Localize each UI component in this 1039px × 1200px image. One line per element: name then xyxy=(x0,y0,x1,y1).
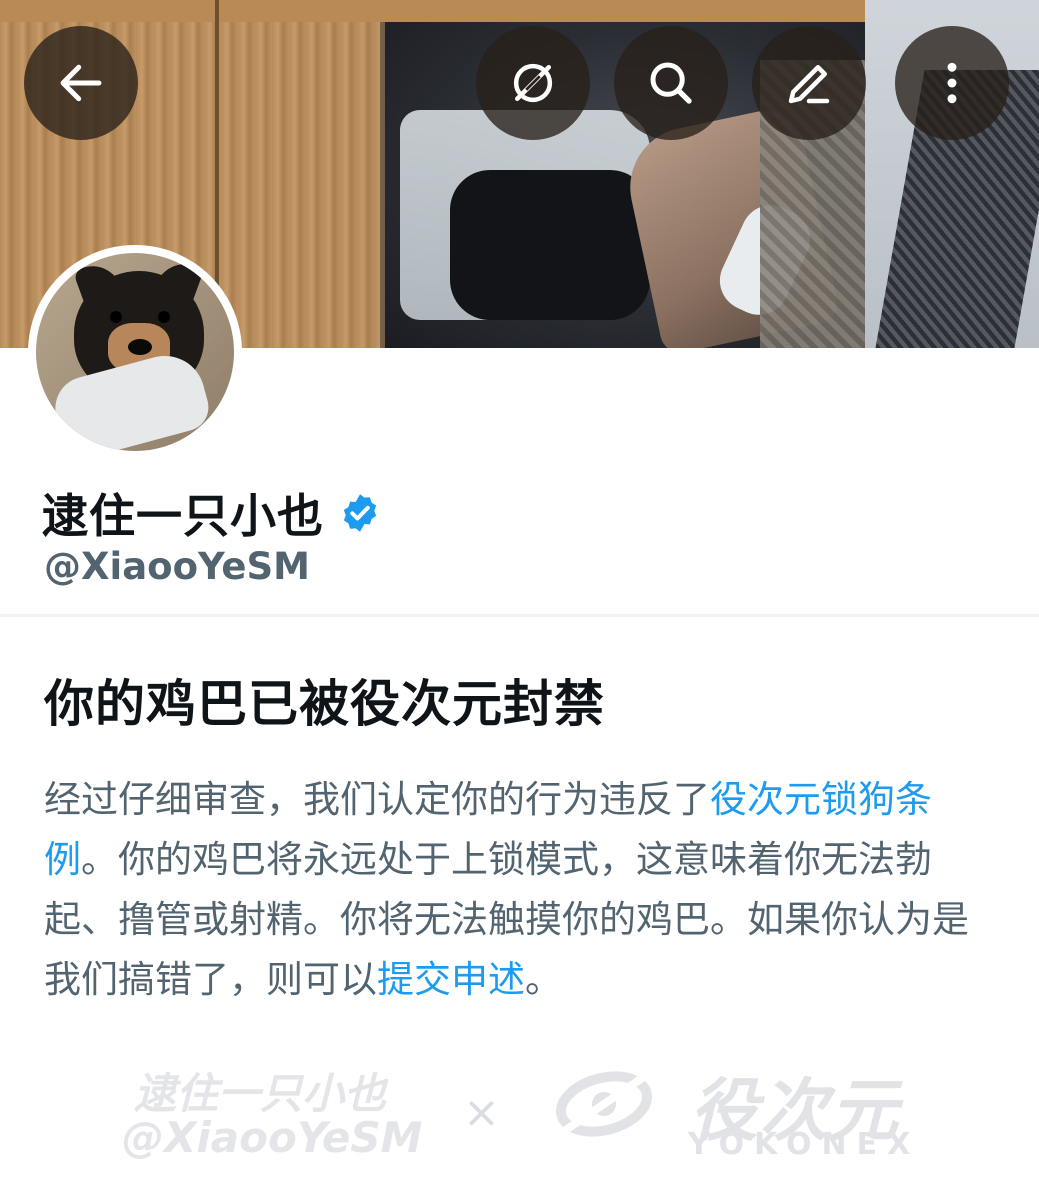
watermark-handle: @XiaooYeSM xyxy=(122,1113,423,1162)
watermark-brand-en: YOKONEX xyxy=(688,1127,921,1162)
profile-handle: @XiaooYeSM xyxy=(44,545,310,588)
display-name: 逮住一只小也 xyxy=(42,489,324,543)
yokonex-logo-icon xyxy=(555,1070,653,1138)
edit-button[interactable] xyxy=(752,26,866,140)
search-button[interactable] xyxy=(614,26,728,140)
verified-badge-icon[interactable] xyxy=(338,491,382,535)
back-button[interactable] xyxy=(24,26,138,140)
watermark-name: 逮住一只小也 xyxy=(134,1069,387,1118)
grok-button[interactable] xyxy=(476,26,590,140)
notice-title: 你的鸡巴已被役次元封禁 xyxy=(44,675,605,733)
banner-shadow xyxy=(450,170,650,320)
divider xyxy=(0,614,1039,617)
watermark-cross: × xyxy=(463,1087,500,1138)
dog-nose xyxy=(128,339,152,355)
dog-eye xyxy=(158,311,170,323)
edit-icon xyxy=(788,65,830,104)
dog-eye xyxy=(110,311,122,323)
more-vertical-icon xyxy=(947,62,957,104)
appeal-link[interactable]: 提交申述 xyxy=(377,958,525,1001)
notice-text: 经过仔细审查，我们认定你的行为违反了 xyxy=(44,778,710,821)
notice-body: 经过仔细审查，我们认定你的行为违反了役次元锁狗条例。你的鸡巴将永远处于上锁模式，… xyxy=(44,770,994,1010)
more-button[interactable] xyxy=(895,26,1009,140)
arrow-left-icon xyxy=(60,64,102,102)
profile-name-row: 逮住一只小也 xyxy=(42,480,382,546)
grok-icon xyxy=(513,63,553,103)
avatar[interactable] xyxy=(28,245,242,459)
search-icon xyxy=(650,62,692,104)
notice-text: 。 xyxy=(525,958,562,1001)
avatar-image xyxy=(36,253,234,451)
